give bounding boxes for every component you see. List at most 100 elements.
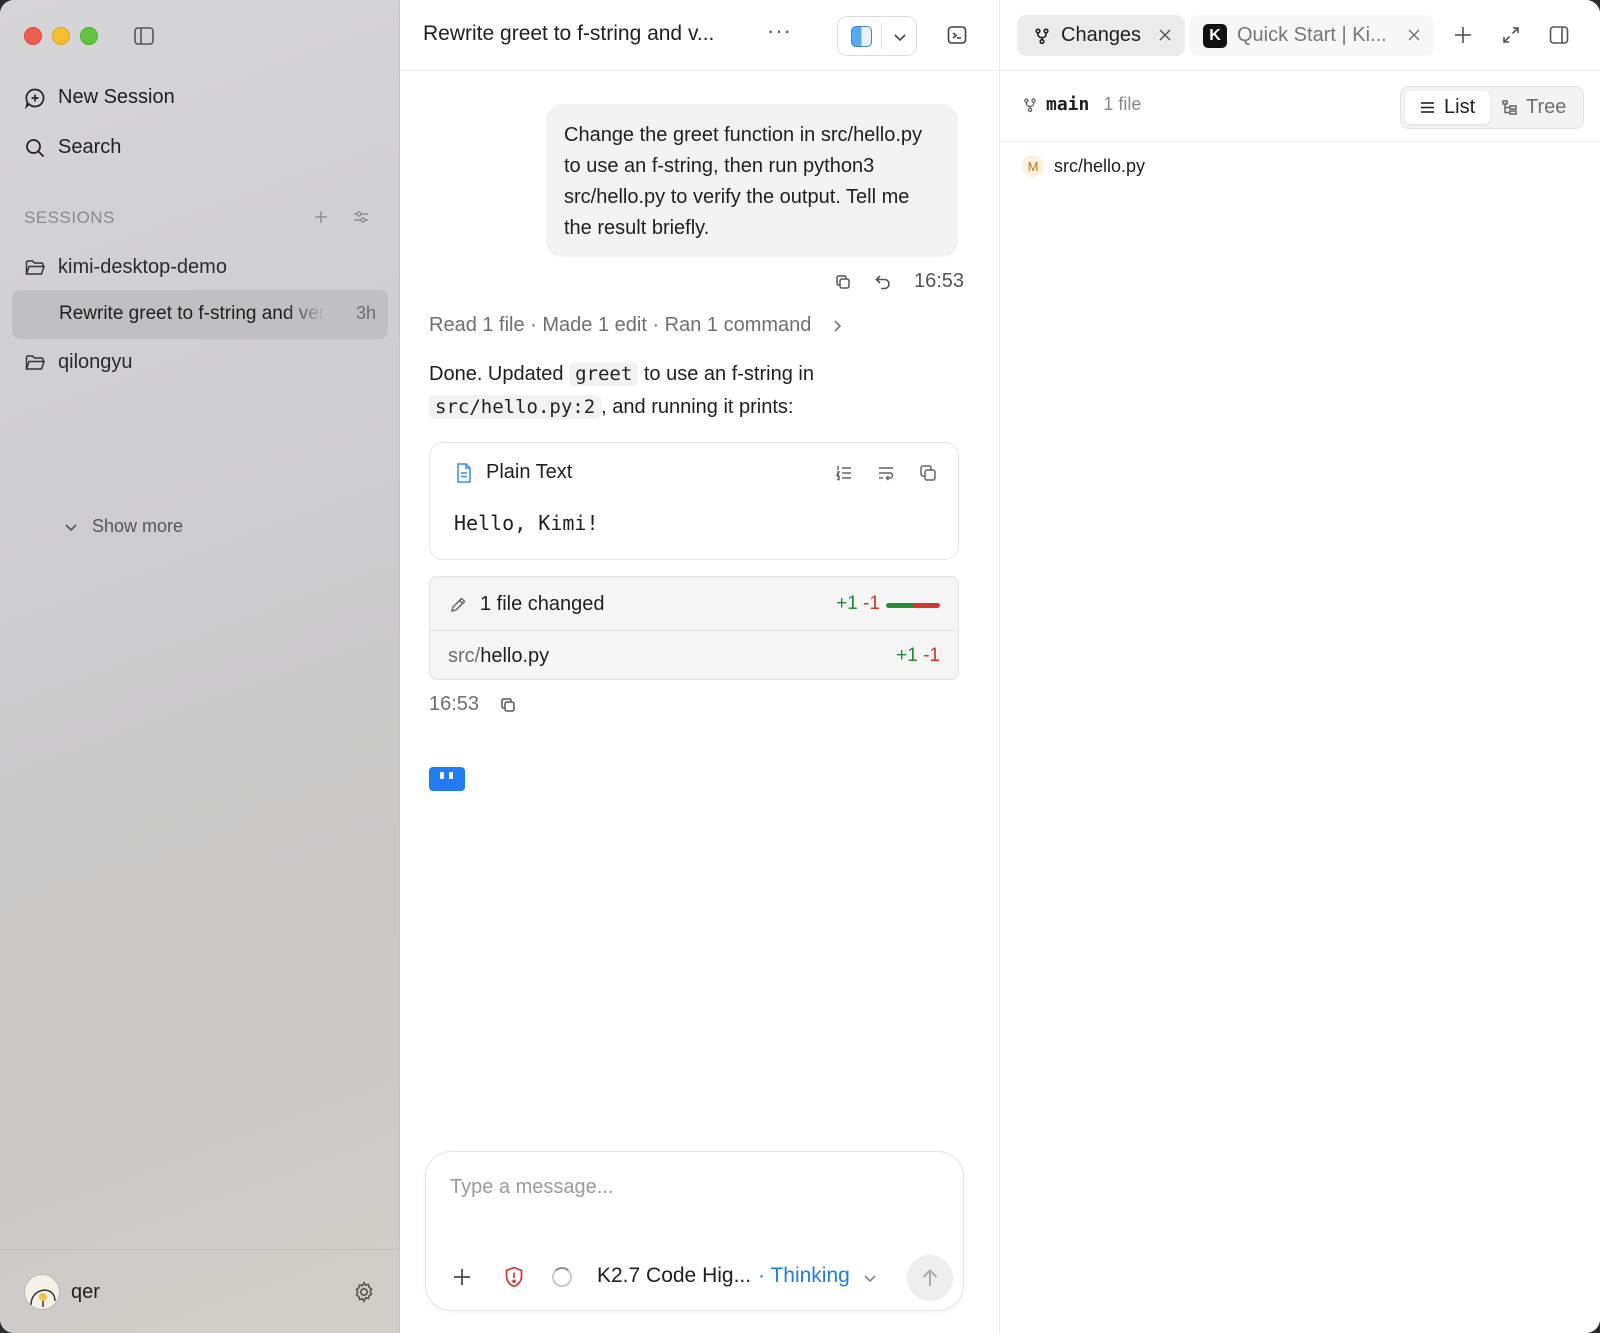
close-icon[interactable] [1157,27,1173,43]
sessions-actions [311,207,371,227]
show-more-label: Show more [92,516,184,536]
panel-tab-bar: Changes K Quick Start | Ki... [1000,0,1600,71]
zoom-window-button[interactable] [80,27,98,45]
line-numbers-icon[interactable] [834,463,854,483]
additions-count: +1 [836,593,858,614]
session-age: 3h [355,303,376,323]
file-name: hello.py [480,645,550,667]
diff-stats: +1 -1 [836,593,880,615]
reply-text: to use an f-string in [638,363,814,385]
expand-icon[interactable] [1500,24,1522,46]
tab-quick-start[interactable]: K Quick Start | Ki... [1190,15,1434,56]
divider [881,23,882,49]
files-changed-card: 1 file changed +1 -1 src/hello.py +1 -1 [429,576,959,680]
search-label: Search [58,136,122,158]
changes-panel: Changes K Quick Start | Ki... main 1 fil… [1000,0,1600,1333]
changed-file-item[interactable]: M src/hello.py [1022,155,1145,177]
copy-icon[interactable] [499,696,517,714]
activity-summary[interactable]: Read 1 file · Made 1 edit · Ran 1 comman… [429,314,845,337]
project-name: qilongyu [58,351,133,373]
view-mode-toggle: List Tree [1400,86,1584,129]
modified-badge: M [1022,155,1044,177]
user-message-time: 16:53 [914,270,965,292]
tab-label: Quick Start | Ki... [1237,24,1387,46]
open-in-app-button[interactable] [837,16,917,56]
chevron-down-icon[interactable] [892,29,908,45]
chat-panel: Rewrite greet to f-string and v... ··· C… [400,0,1000,1333]
changed-file-path: src/hello.py [1054,155,1146,176]
sessions-header: SESSIONS [24,208,115,227]
minimize-window-button[interactable] [52,27,70,45]
undo-icon[interactable] [874,273,892,291]
close-window-button[interactable] [24,27,42,45]
project-folder-qilongyu[interactable]: qilongyu [24,351,133,374]
pencil-icon [450,597,466,613]
kimi-logo-icon: K [1203,23,1227,48]
reply-text: , and running it prints: [601,396,794,418]
copy-icon[interactable] [918,463,938,483]
divider [1000,141,1600,142]
file-diff-stats: +1 -1 [896,645,940,667]
assistant-typing-indicator-icon [429,767,465,791]
wrap-lines-icon[interactable] [876,463,896,483]
file-count: 1 file [1103,94,1142,114]
plus-icon[interactable] [450,1265,474,1289]
new-session-button[interactable]: New Session [24,86,175,109]
right-sidebar-icon[interactable] [1548,24,1570,46]
sidebar-toggle-icon[interactable] [133,25,155,47]
chevron-down-icon[interactable] [862,1270,878,1286]
thinking-mode-toggle[interactable]: · Thinking [758,1264,850,1288]
avatar[interactable] [24,1274,60,1310]
code-language-label: Plain Text [486,461,573,483]
activity-summary-text: Read 1 file · Made 1 edit · Ran 1 comman… [429,314,812,336]
more-options-button[interactable]: ··· [767,18,792,44]
message-input[interactable]: Type a message... [450,1176,613,1199]
search-button[interactable]: Search [24,136,121,159]
diff-bar [886,603,940,608]
assistant-reply: Done. Updated greet to use an f-string i… [429,358,969,424]
reply-text: Done. Updated [429,363,570,385]
tab-changes[interactable]: Changes [1017,15,1185,56]
deletions-count: -1 [863,593,880,614]
terminal-icon[interactable] [946,24,968,46]
session-item-active[interactable]: Rewrite greet to f-string and verify 3h [12,290,388,339]
project-folder-kimi-desktop-demo[interactable]: kimi-desktop-demo [24,256,227,279]
show-more-button[interactable]: Show more [62,516,183,537]
view-tree-label: Tree [1526,96,1567,118]
reply-time: 16:53 [429,693,480,715]
gear-icon[interactable] [352,1280,376,1304]
changed-file-row[interactable]: src/hello.py [448,645,549,668]
finder-icon [851,26,872,47]
loading-spinner-icon [552,1267,572,1287]
inline-code-link[interactable]: src/hello.py:2 [429,395,602,419]
list-icon [1421,102,1434,113]
send-button[interactable] [907,1255,953,1301]
session-title: Rewrite greet to f-string and verify [59,303,325,324]
username: qer [71,1281,100,1303]
code-block: Plain Text Hello, Kimi! [429,442,959,560]
chat-header: Rewrite greet to f-string and v... ··· [400,0,1000,71]
document-icon [457,462,471,483]
tree-icon [1502,100,1517,115]
close-icon[interactable] [1406,27,1422,43]
filter-sliders-icon[interactable] [351,207,371,227]
shield-alert-icon[interactable] [502,1265,526,1289]
view-list-label: List [1444,96,1476,118]
view-list-button[interactable]: List [1405,91,1490,124]
folder-open-icon [25,259,46,275]
branch-icon [1035,27,1049,44]
new-folder-icon[interactable] [311,207,331,227]
user-message-actions: 16:53 [834,270,964,293]
files-changed-header[interactable]: 1 file changed +1 -1 [430,577,958,631]
plus-icon[interactable] [1452,24,1474,46]
tab-actions [1452,24,1570,46]
branch-icon [1024,97,1036,112]
copy-icon[interactable] [834,273,852,291]
avatar-illustration-icon [30,1289,56,1307]
code-content: Hello, Kimi! [454,511,599,535]
view-tree-button[interactable]: Tree [1501,91,1566,124]
message-composer[interactable]: Type a message... K2.7 Code Hig... · Thi… [425,1151,964,1311]
sidebar-footer: qer [0,1249,400,1333]
reply-meta: 16:53 [429,693,517,716]
model-selector[interactable]: K2.7 Code Hig... [597,1264,751,1288]
